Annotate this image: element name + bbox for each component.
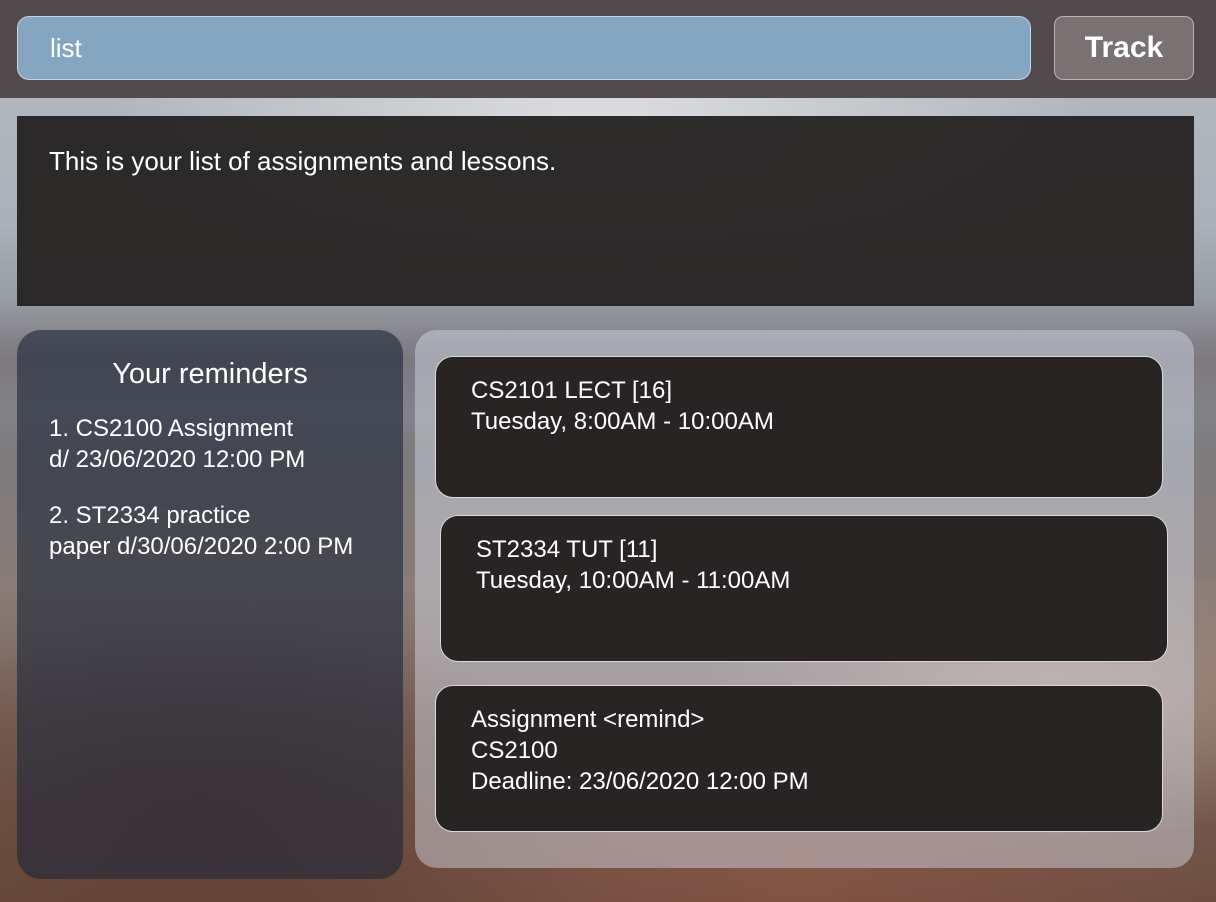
assignment-title: Assignment <remind> bbox=[471, 706, 705, 733]
reminder-item: 1. CS2100 Assignment d/ 23/06/2020 12:00… bbox=[49, 413, 403, 475]
reminder-item-text: 2. ST2334 practice bbox=[49, 502, 251, 529]
reminder-item-date: d/ 23/06/2020 12:00 PM bbox=[49, 446, 306, 473]
lesson-time: Tuesday, 8:00AM - 10:00AM bbox=[471, 408, 774, 435]
lesson-title: CS2101 LECT [16] bbox=[471, 377, 673, 404]
lesson-card[interactable]: ST2334 TUT [11] Tuesday, 10:00AM - 11:00… bbox=[440, 515, 1168, 662]
reminders-panel: Your reminders 1. CS2100 Assignment d/ 2… bbox=[17, 330, 403, 879]
lesson-title: ST2334 TUT [11] bbox=[476, 536, 658, 563]
assignment-card[interactable]: Assignment <remind> CS2100 Deadline: 23/… bbox=[435, 685, 1163, 832]
command-input[interactable] bbox=[17, 16, 1031, 80]
lesson-card[interactable]: CS2101 LECT [16] Tuesday, 8:00AM - 10:00… bbox=[435, 356, 1163, 498]
reminder-item-text: 1. CS2100 Assignment bbox=[49, 415, 294, 442]
track-button[interactable]: Track bbox=[1054, 16, 1194, 80]
result-display: This is your list of assignments and les… bbox=[17, 116, 1194, 306]
assignment-deadline: Deadline: 23/06/2020 12:00 PM bbox=[471, 768, 809, 795]
lessons-panel: CS2101 LECT [16] Tuesday, 8:00AM - 10:00… bbox=[415, 330, 1194, 868]
reminder-item-date: paper d/30/06/2020 2:00 PM bbox=[49, 533, 354, 560]
assignment-module: CS2100 bbox=[471, 737, 558, 764]
lesson-time: Tuesday, 10:00AM - 11:00AM bbox=[476, 567, 791, 594]
reminder-item: 2. ST2334 practice paper d/30/06/2020 2:… bbox=[49, 500, 403, 562]
reminders-title: Your reminders bbox=[112, 358, 308, 390]
result-message: This is your list of assignments and les… bbox=[49, 146, 557, 176]
top-bar: Track bbox=[0, 0, 1216, 98]
